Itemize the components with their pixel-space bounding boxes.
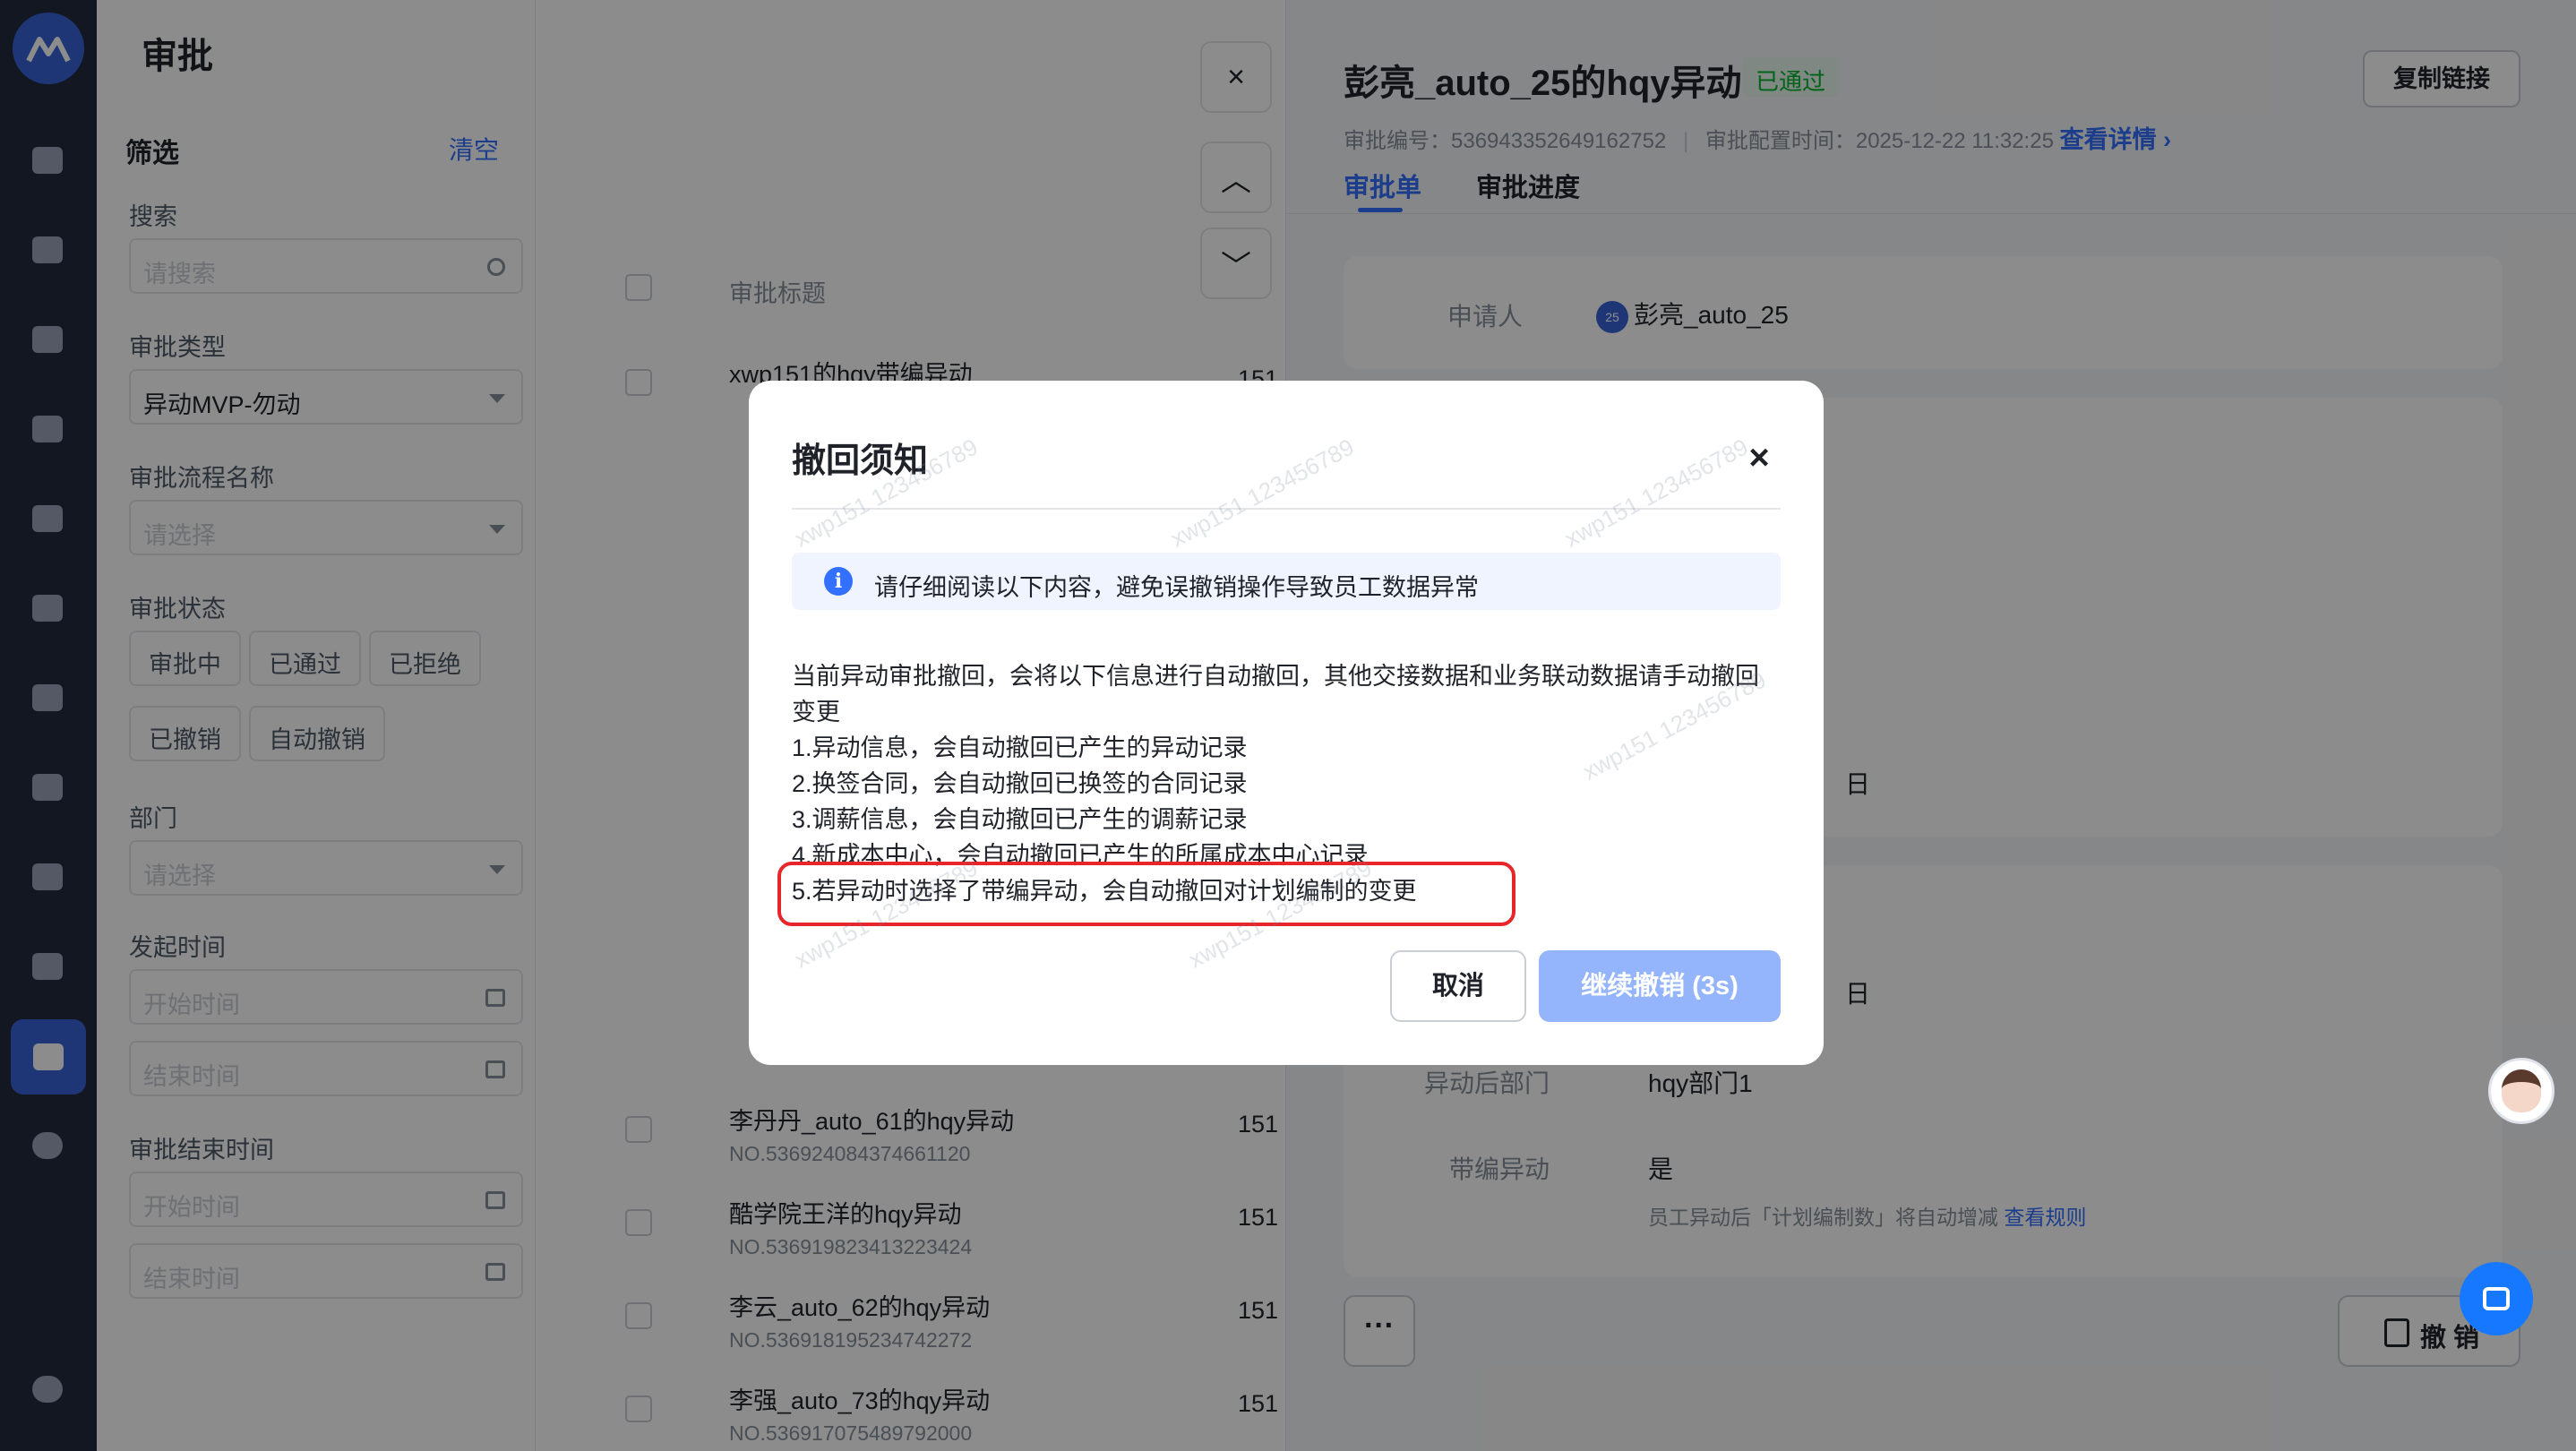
rule-item: 2.换签合同，会自动撤回已换签的合同记录: [792, 770, 1248, 797]
assistant-face-icon: [2502, 1069, 2541, 1112]
notice-banner: i 请仔细阅读以下内容，避免误撤销操作导致员工数据异常: [792, 553, 1781, 610]
watermark: xwp151 123456789: [1560, 433, 1753, 553]
cancel-button[interactable]: 取消: [1390, 950, 1526, 1022]
highlight-box: [777, 862, 1516, 926]
close-icon[interactable]: ×: [1732, 431, 1786, 485]
chat-icon: [2483, 1287, 2510, 1310]
notice-text: 请仔细阅读以下内容，避免误撤销操作导致员工数据异常: [874, 574, 1479, 601]
intro-text: 当前异动审批撤回，会将以下信息进行自动撤回，其他交接数据和业务联动数据请手动撤回…: [792, 663, 1759, 726]
info-icon: i: [824, 567, 853, 596]
continue-revoke-button[interactable]: 继续撤销 (3s): [1539, 950, 1781, 1022]
dialog-divider: [792, 508, 1781, 510]
assistant-avatar[interactable]: [2488, 1058, 2555, 1124]
watermark: xwp151 123456789: [1166, 433, 1359, 553]
rule-item: 3.调薪信息，会自动撤回已产生的调薪记录: [792, 806, 1248, 833]
chat-button[interactable]: [2460, 1262, 2533, 1335]
revoke-notice-dialog: 撤回须知 × i 请仔细阅读以下内容，避免误撤销操作导致员工数据异常 当前异动审…: [749, 381, 1824, 1065]
dialog-title: 撤回须知: [792, 442, 929, 480]
rule-item: 1.异动信息，会自动撤回已产生的异动记录: [792, 734, 1248, 761]
